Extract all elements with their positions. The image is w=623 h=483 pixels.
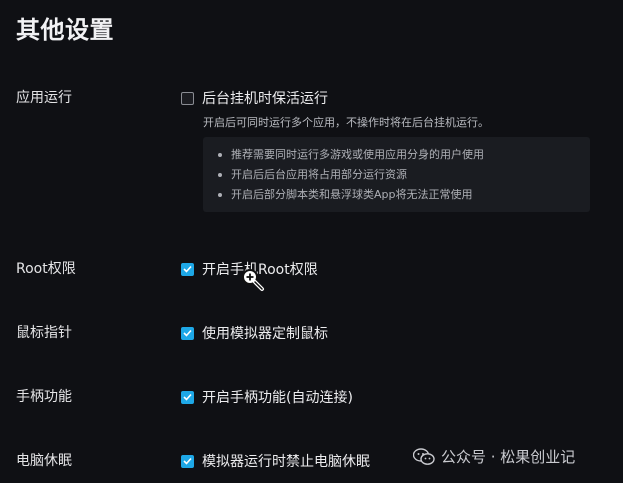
app-run-checkbox[interactable] [181,91,194,105]
sleep-label: 电脑休眠 [16,453,72,469]
watermark-text: 公众号 · 松果创业记 [441,448,576,466]
app-run-option[interactable]: 后台挂机时保活运行 [181,88,328,108]
check-icon [183,265,192,273]
sleep-checkbox[interactable] [181,454,194,468]
mouse-checkbox[interactable] [181,326,194,340]
tip-item: 开启后后台应用将占用部分运行资源 [215,165,590,185]
app-run-label: 应用运行 [16,90,72,106]
app-run-option-label: 后台挂机时保活运行 [202,91,328,107]
root-label: Root权限 [16,261,76,277]
mouse-label: 鼠标指针 [16,325,72,341]
root-checkbox[interactable] [181,262,194,276]
mouse-option-label: 使用模拟器定制鼠标 [202,326,328,342]
watermark: 公众号 · 松果创业记 [413,446,575,467]
wechat-icon [413,447,435,465]
app-run-description: 开启后可同时运行多个应用，不操作时将在后台挂机运行。 [203,116,489,129]
zoom-in-cursor-icon [241,268,265,296]
sleep-option-label: 模拟器运行时禁止电脑休眠 [202,454,370,470]
gamepad-option[interactable]: 开启手柄功能(自动连接) [181,387,353,407]
bullet-icon [218,193,222,197]
bullet-icon [218,173,222,177]
bullet-icon [218,153,222,157]
tip-item: 推荐需要同时运行多游戏或使用应用分身的用户使用 [215,145,590,165]
gamepad-label: 手柄功能 [16,389,72,405]
check-icon [183,329,192,337]
mouse-option[interactable]: 使用模拟器定制鼠标 [181,323,328,343]
gamepad-checkbox[interactable] [181,390,194,404]
settings-page: 其他设置 应用运行 后台挂机时保活运行 开启后可同时运行多个应用，不操作时将在后… [0,0,623,483]
check-icon [183,457,192,465]
tip-item: 开启后部分脚本类和悬浮球类App将无法正常使用 [215,185,590,205]
app-run-tips: 推荐需要同时运行多游戏或使用应用分身的用户使用 开启后后台应用将占用部分运行资源… [203,137,590,212]
check-icon [183,393,192,401]
page-title: 其他设置 [16,16,114,44]
gamepad-option-label: 开启手柄功能(自动连接) [202,390,353,406]
sleep-option[interactable]: 模拟器运行时禁止电脑休眠 [181,451,370,471]
